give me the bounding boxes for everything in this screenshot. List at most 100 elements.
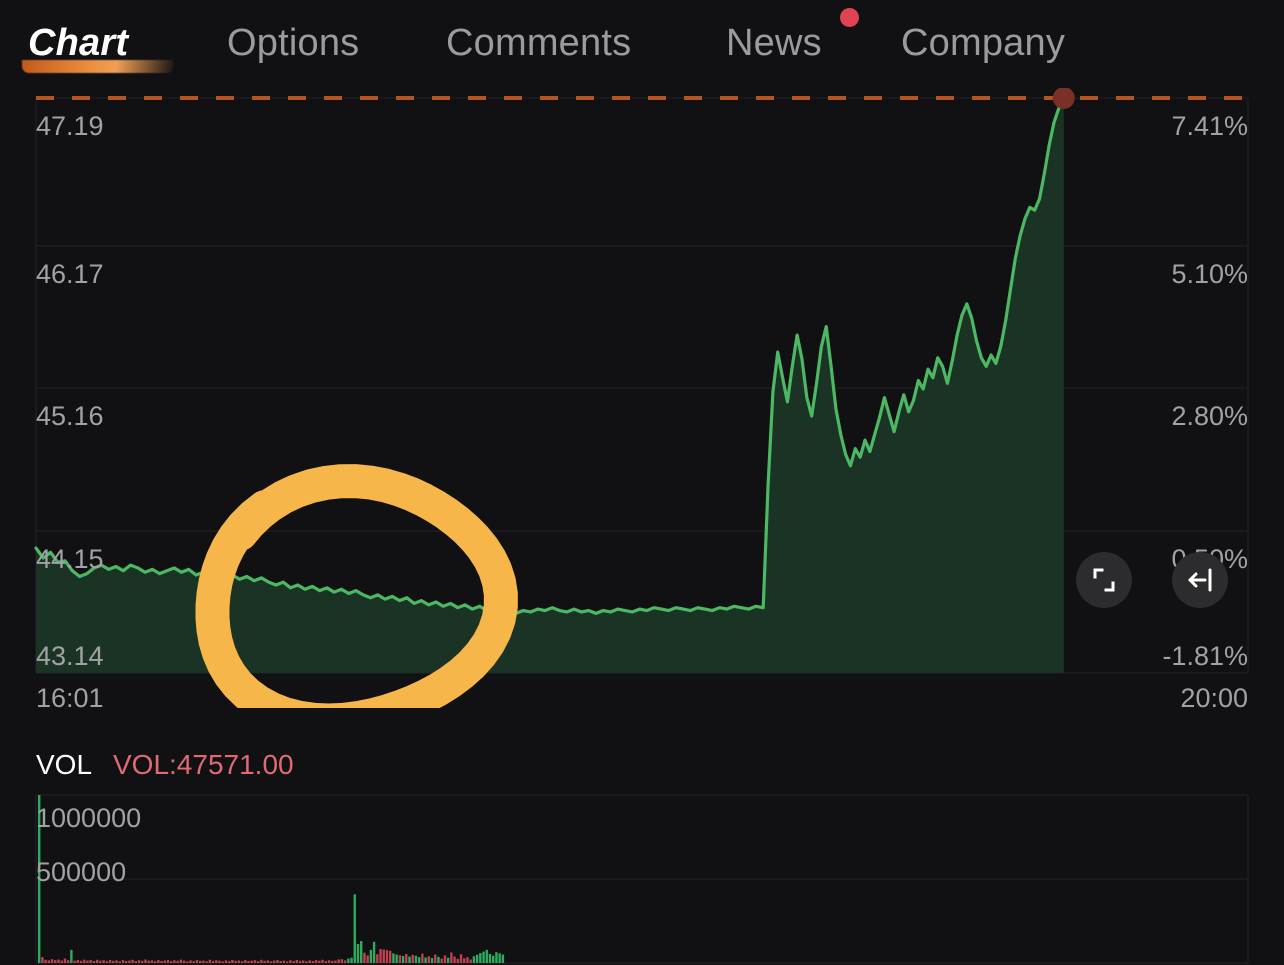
price-axis-tick-left: 47.19 <box>36 111 104 141</box>
time-axis-end: 20:00 <box>1180 683 1248 713</box>
volume-bar <box>47 960 51 963</box>
volume-bar <box>485 949 488 963</box>
volume-bar <box>279 960 282 963</box>
volume-bar <box>501 954 505 963</box>
expand-corners-icon <box>1093 568 1115 592</box>
volume-bar <box>63 958 67 963</box>
volume-bar <box>250 960 253 963</box>
volume-bar <box>430 958 434 963</box>
volume-bar <box>427 956 431 963</box>
volume-bar <box>305 961 308 963</box>
volume-bar <box>495 952 498 963</box>
active-tab-underline <box>22 60 174 73</box>
arrow-left-to-bar-icon <box>1188 568 1212 592</box>
volume-chart-svg <box>35 794 1249 964</box>
volume-bar <box>363 952 366 963</box>
volume-bar <box>102 960 105 963</box>
volume-bar <box>163 960 166 963</box>
volume-bar <box>318 960 321 963</box>
volume-bar <box>388 950 392 963</box>
percent-axis-tick-right: 2.80% <box>1171 401 1248 431</box>
volume-bar <box>443 955 447 963</box>
volume-bar <box>60 960 63 963</box>
volume-bar <box>350 957 353 963</box>
volume-bar <box>327 960 331 963</box>
volume-bar <box>295 959 298 963</box>
tab-label: Company <box>901 22 1066 64</box>
volume-bar <box>401 955 405 963</box>
tab-options[interactable]: Options <box>227 18 359 68</box>
fullscreen-button[interactable] <box>1076 552 1132 608</box>
volume-bar <box>166 959 170 963</box>
volume-bar <box>340 959 344 963</box>
percent-axis-tick-right: -1.81% <box>1162 641 1248 671</box>
volume-bar <box>437 956 440 963</box>
volume-bar <box>434 954 437 963</box>
volume-bar <box>260 959 263 963</box>
volume-bar <box>372 941 376 963</box>
tab-label: Comments <box>446 22 632 64</box>
volume-bar <box>189 960 192 963</box>
volume-bar <box>66 960 70 963</box>
volume-indicator-label: VOL <box>36 749 93 780</box>
volume-bar <box>360 941 363 963</box>
volume-bar <box>150 960 154 963</box>
last-price-marker <box>1052 88 1075 109</box>
volume-bar <box>176 960 179 963</box>
volume-bar <box>227 961 231 963</box>
volume-bar <box>472 956 476 963</box>
volume-bar <box>459 954 463 963</box>
volume-bar <box>157 960 160 963</box>
price-chart-svg <box>34 88 1249 708</box>
volume-bar <box>144 959 147 963</box>
volume-bar <box>411 954 414 963</box>
volume-bar <box>160 960 163 963</box>
volume-bar <box>221 961 224 963</box>
volume-bar <box>269 961 273 963</box>
price-chart-panel[interactable]: 47.19 46.17 45.16 44.15 43.14 7.41% 5.10% 2.80%… <box>0 88 1284 713</box>
volume-bar <box>408 956 411 963</box>
tab-company[interactable]: Company <box>901 18 1065 68</box>
volume-value-label: VOL:47571.00 <box>113 749 294 780</box>
volume-bar <box>195 960 199 963</box>
volume-bar <box>334 960 337 963</box>
volume-bar <box>356 944 360 963</box>
volume-bar <box>440 958 443 963</box>
volume-bar <box>353 894 356 963</box>
volume-bar <box>479 953 482 963</box>
volume-bar <box>466 957 469 963</box>
volume-bar <box>179 959 183 963</box>
volume-bar <box>50 959 54 963</box>
volume-bar <box>41 957 44 963</box>
volume-bar <box>118 961 121 963</box>
volume-bar <box>244 960 247 963</box>
volume-bar <box>289 960 292 963</box>
volume-bar <box>182 960 186 963</box>
volume-bar <box>376 954 379 963</box>
volume-bar <box>366 955 369 963</box>
volume-bar <box>205 961 208 963</box>
tab-news[interactable]: News <box>726 18 822 68</box>
volume-bar <box>112 960 115 963</box>
volume-bar <box>173 960 176 963</box>
volume-bar <box>492 955 495 963</box>
jump-to-latest-button[interactable] <box>1172 552 1228 608</box>
price-axis-tick-left: 43.14 <box>36 641 104 671</box>
volume-bar <box>285 961 289 963</box>
volume-bar <box>392 953 395 963</box>
volume-bar <box>70 949 73 963</box>
news-notification-dot <box>840 8 859 27</box>
volume-bar <box>86 960 89 963</box>
volume-bar <box>292 961 295 963</box>
volume-bar <box>108 959 112 963</box>
volume-bar <box>256 961 260 963</box>
volume-bar <box>105 961 109 963</box>
volume-bar <box>208 959 212 963</box>
volume-bar <box>83 959 86 963</box>
tab-comments[interactable]: Comments <box>446 18 631 68</box>
volume-bar <box>469 959 472 963</box>
volume-bar <box>414 955 418 963</box>
volume-bar <box>421 953 424 963</box>
volume-chart-panel[interactable]: 1000000 500000 <box>0 793 1284 965</box>
price-axis-tick-left: 46.17 <box>36 259 104 289</box>
